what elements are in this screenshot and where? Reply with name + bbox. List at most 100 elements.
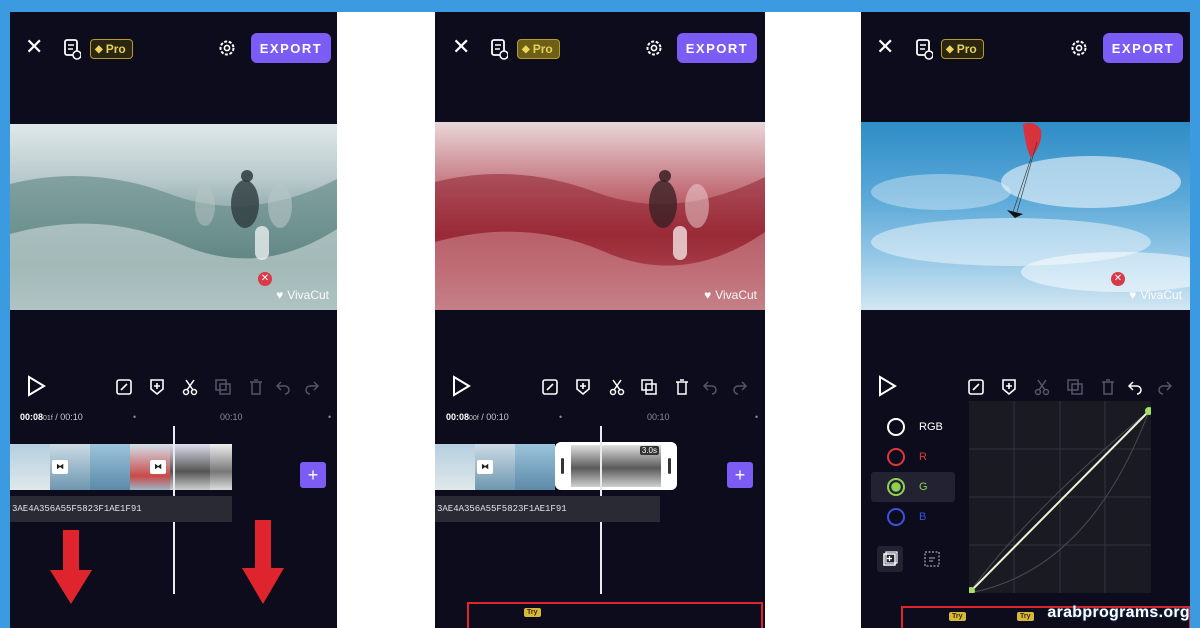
top-bar: ✕ ◆ Pro EXPORT [435,12,765,84]
reset-icon [924,551,940,567]
curve-channel-r[interactable]: R [871,442,955,472]
delete-icon[interactable] [673,378,691,396]
reset-curve-button[interactable] [919,546,945,572]
vivacut-logo-icon: ♥ [704,288,712,302]
export-button[interactable]: EXPORT [1103,33,1183,63]
channel-radio-icon [887,508,905,526]
gear-icon[interactable] [1069,38,1089,58]
add-clip-button[interactable]: + [300,462,326,488]
close-icon[interactable]: ✕ [876,37,894,59]
crop-icon[interactable] [541,378,559,396]
watermark: ♥ VivaCut [704,288,757,302]
audio-track[interactable]: 3AE4A356A55F5823F1AE1F91 [10,496,232,522]
redo-icon[interactable] [1156,378,1174,396]
phone-middle: ✕ ◆ Pro EXPORT ♥ VivaCut 00:0800f / 00:10 … [435,12,765,628]
timeline-tick: • [133,412,137,422]
keyframe-icon[interactable] [1000,378,1018,396]
pro-badge[interactable]: ◆ Pro [517,39,560,59]
site-credit: arabprograms.org [1047,604,1190,621]
pro-badge[interactable]: ◆ Pro [90,39,133,59]
diamond-icon: ◆ [522,43,530,55]
project-info-icon[interactable] [915,38,933,60]
duplicate-icon[interactable] [1066,378,1084,396]
highlighted-toolbar [467,602,763,628]
diamond-icon: ◆ [95,43,103,55]
transition-icon[interactable]: ⧓ [150,460,166,474]
edit-toolbar [10,372,337,402]
keyframe-icon[interactable] [574,378,592,396]
curve-channel-b[interactable]: B [871,502,955,532]
duplicate-icon[interactable] [640,378,658,396]
gear-icon[interactable] [217,38,237,58]
channel-label: B [919,511,927,523]
undo-icon[interactable] [274,378,292,396]
timeline-tick-label: 00:10 [220,412,243,422]
channel-radio-icon [887,418,905,436]
duplicate-icon[interactable] [214,378,232,396]
channel-label: RGB [919,421,943,433]
phone-right: ✕ ◆ Pro EXPORT ✕ ♥ VivaCut RGB R G B Try… [861,12,1190,628]
crop-icon[interactable] [115,378,133,396]
pro-badge[interactable]: ◆ Pro [941,39,984,59]
sky-scene [871,122,1190,292]
red-arrow-down-icon [242,520,284,604]
video-preview: ✕ ♥ VivaCut [10,124,337,310]
surf-scene-red [435,170,765,310]
scissors-icon[interactable] [608,378,626,396]
channel-radio-icon [887,448,905,466]
close-icon[interactable]: ✕ [452,37,470,59]
try-badge: Try [949,612,966,621]
remove-watermark-icon[interactable]: ✕ [1111,272,1125,286]
delete-icon[interactable] [1099,378,1117,396]
gap-left [337,12,435,628]
video-track[interactable] [10,444,232,490]
undo-icon[interactable] [1126,378,1144,396]
try-badge: Try [524,608,541,617]
tone-curve-editor[interactable] [967,401,1153,595]
gear-icon[interactable] [644,38,664,58]
watermark: ♥ VivaCut [276,288,329,302]
tone-curve-graph [967,401,1153,595]
timeline-tick-label: 00:10 [647,412,670,422]
red-arrow-down-icon [50,530,92,604]
add-clip-button[interactable]: + [727,462,753,488]
export-button[interactable]: EXPORT [251,33,331,63]
remove-watermark-icon[interactable]: ✕ [258,272,272,286]
video-preview: ✕ ♥ VivaCut [861,122,1190,310]
redo-icon[interactable] [303,378,321,396]
add-curve-point-button[interactable] [877,546,903,572]
audio-track[interactable]: 3AE4A356A55F5823F1AE1F91 [435,496,660,522]
timeline-tick: • [328,412,332,422]
channel-label: R [919,451,927,463]
curve-channel-g[interactable]: G [871,472,955,502]
gap-right [765,12,861,628]
transition-icon[interactable]: ⧓ [477,460,493,474]
export-button[interactable]: EXPORT [677,33,757,63]
phone-left: ✕ ◆ Pro EXPORT ✕ ♥ VivaCut 00:0801f / 00:1… [10,12,337,628]
edit-toolbar [435,372,765,402]
video-track[interactable] [435,444,555,490]
delete-icon[interactable] [247,378,265,396]
keyframe-icon[interactable] [148,378,166,396]
project-info-icon[interactable] [63,38,81,60]
edit-toolbar [861,372,1190,402]
undo-icon[interactable] [701,378,719,396]
top-bar: ✕ ◆ Pro EXPORT [861,12,1190,84]
selected-clip[interactable]: 3.0s [555,442,677,490]
close-icon[interactable]: ✕ [25,37,43,59]
transition-icon[interactable]: ⧓ [52,460,68,474]
timecode: 00:0801f / 00:10 [20,412,83,422]
project-info-icon[interactable] [490,38,508,60]
watermark: ♥ VivaCut [1129,288,1182,302]
diamond-icon: ◆ [946,43,954,55]
top-bar: ✕ ◆ Pro EXPORT [10,12,337,84]
timeline-tick: • [755,412,759,422]
redo-icon[interactable] [731,378,749,396]
add-layer-icon [883,551,898,566]
scissors-icon[interactable] [1033,378,1051,396]
vivacut-logo-icon: ♥ [276,288,284,302]
channel-radio-icon [887,478,905,496]
crop-icon[interactable] [967,378,985,396]
scissors-icon[interactable] [181,378,199,396]
curve-channel-rgb[interactable]: RGB [871,412,955,442]
